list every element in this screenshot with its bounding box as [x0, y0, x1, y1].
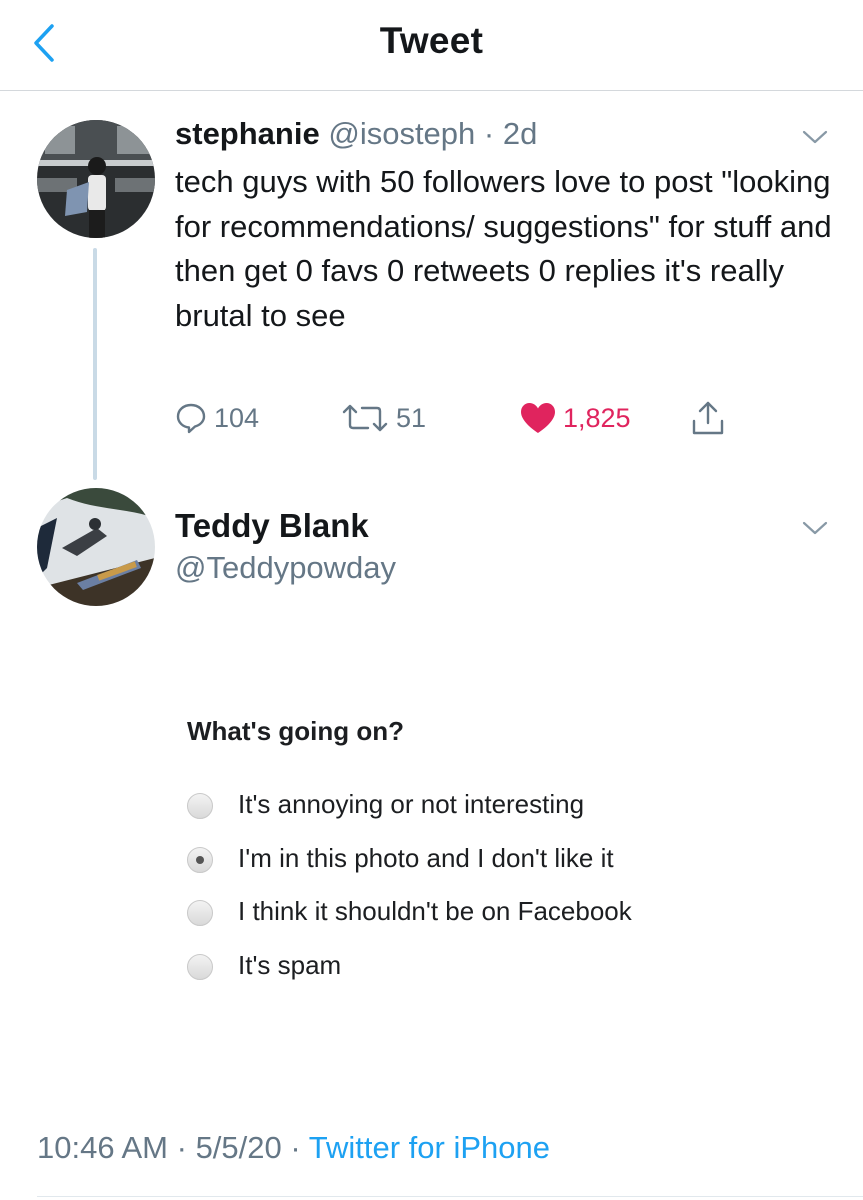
avatar[interactable]	[37, 488, 155, 606]
divider	[37, 1196, 863, 1197]
separator-dot: ·	[176, 1130, 187, 1165]
chevron-down-icon[interactable]	[800, 518, 830, 538]
reply-author-display-name[interactable]: Teddy Blank	[175, 507, 369, 545]
tweet-text: tech guys with 50 followers love to post…	[175, 164, 832, 333]
avatar-photo	[37, 120, 155, 238]
radio-button[interactable]	[187, 793, 213, 819]
like-count: 1,825	[563, 402, 631, 433]
option-label: It's annoying or not interesting	[238, 789, 585, 819]
reply-button[interactable]: 104	[174, 398, 259, 438]
author-handle[interactable]: @isosteph	[328, 116, 475, 151]
retweet-icon	[342, 404, 388, 432]
author-display-name[interactable]: stephanie	[175, 116, 320, 151]
radio-button[interactable]	[187, 900, 213, 926]
avatar-photo	[37, 488, 155, 606]
avatar[interactable]	[37, 120, 155, 238]
thread-connector	[93, 248, 97, 480]
reply-icon	[176, 403, 206, 434]
page-title: Tweet	[379, 20, 484, 61]
reply-author-handle[interactable]: @Teddypowday	[175, 550, 396, 586]
like-button[interactable]: 1,825	[519, 398, 631, 438]
heart-icon	[521, 403, 555, 433]
reply-count: 104	[214, 402, 260, 433]
option-label: I'm in this photo and I don't like it	[238, 843, 614, 873]
radio-button[interactable]	[187, 954, 213, 980]
radio-button-selected[interactable]	[187, 847, 213, 873]
option-label: I think it shouldn't be on Facebook	[238, 896, 632, 926]
source-link[interactable]: Twitter for iPhone	[309, 1130, 550, 1165]
tweet-meta: 10:46 AM · 5/5/20 · Twitter for iPhone	[37, 1130, 550, 1166]
separator-dot: ·	[483, 116, 495, 151]
top-bar: Tweet	[0, 0, 863, 91]
report-question: What's going on?	[187, 716, 405, 746]
tweet-age[interactable]: 2d	[503, 116, 537, 151]
retweet-button[interactable]: 51	[340, 398, 426, 438]
share-icon	[692, 401, 724, 435]
retweet-count: 51	[396, 402, 427, 433]
tweet-author-line: stephanie @isosteph · 2d	[175, 116, 537, 152]
option-label: It's spam	[238, 950, 342, 980]
chevron-down-icon[interactable]	[800, 127, 830, 147]
tweet-time: 10:46 AM	[37, 1130, 168, 1165]
separator-dot: ·	[290, 1130, 301, 1165]
tweet-date: 5/5/20	[195, 1130, 282, 1165]
share-button[interactable]	[690, 398, 726, 438]
